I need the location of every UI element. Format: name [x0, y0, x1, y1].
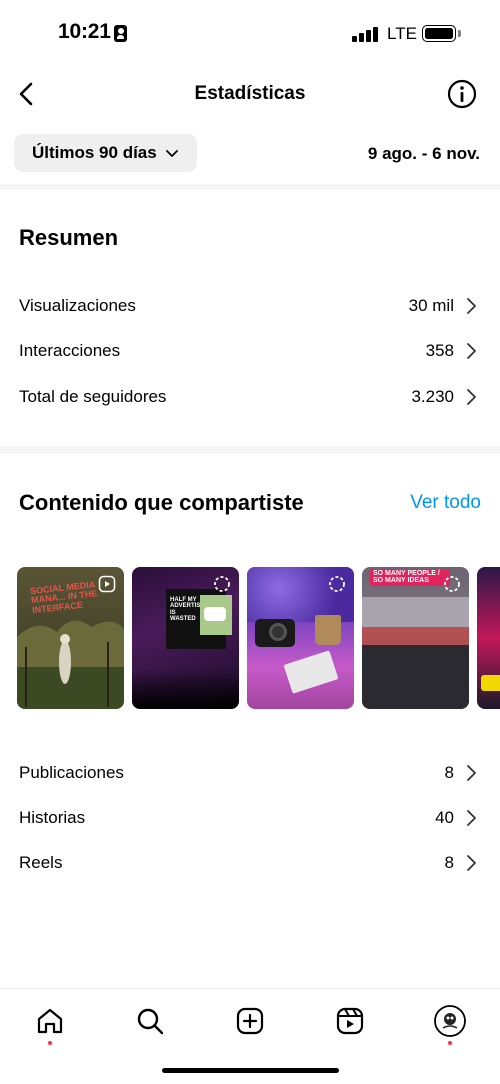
summary-row-views[interactable]: Visualizaciones 30 mil	[0, 286, 500, 326]
cup-shape	[315, 615, 341, 645]
row-label: Reels	[19, 853, 63, 872]
summary-row-interactions[interactable]: Interacciones 358	[0, 331, 500, 371]
home-icon	[37, 1008, 63, 1034]
home-indicator[interactable]	[162, 1068, 339, 1073]
chevron-down-icon	[165, 150, 178, 157]
filter-row: Últimos 90 días 9 ago. - 6 nov.	[0, 134, 500, 172]
chevron-right-icon	[467, 389, 476, 405]
page-title: Estadísticas	[194, 83, 306, 104]
chevron-right-icon	[467, 343, 476, 359]
nav-create[interactable]	[230, 1001, 270, 1041]
row-value: 30 mil	[408, 296, 454, 315]
nav-profile[interactable]	[430, 1001, 470, 1045]
chevron-right-icon	[467, 298, 476, 314]
row-label: Total de seguidores	[19, 387, 167, 406]
story-ring-icon	[214, 576, 230, 592]
row-value: 358	[425, 341, 454, 360]
date-range-dropdown-label: Últimos 90 días	[32, 143, 157, 162]
thumbnail-caption: So many people / so many ideas	[370, 569, 450, 586]
content-carousel[interactable]: Social media mana... in the interface Ha…	[17, 567, 500, 709]
crowd	[362, 645, 469, 709]
summary-title: Resumen	[19, 225, 119, 250]
nav-reels[interactable]	[330, 1001, 370, 1041]
info-button[interactable]	[446, 78, 478, 110]
row-value: 8	[444, 853, 454, 872]
content-thumbnail[interactable]	[477, 567, 500, 709]
content-thumbnail[interactable]	[247, 567, 354, 709]
section-divider	[0, 446, 500, 454]
badge-card	[283, 650, 339, 694]
battery-tip	[458, 30, 461, 37]
date-range-dropdown[interactable]: Últimos 90 días	[14, 134, 197, 172]
see-all-link[interactable]: Ver todo	[410, 492, 481, 514]
banner-strip	[362, 627, 469, 645]
row-value: 40	[435, 808, 454, 827]
content-thumbnail[interactable]: So many people / so many ideas	[362, 567, 469, 709]
audience-shadow	[132, 669, 239, 709]
chevron-right-icon	[467, 855, 476, 871]
story-ring-icon	[444, 576, 460, 592]
camera-lens	[269, 623, 287, 641]
id-card-icon	[114, 25, 127, 42]
section-divider	[0, 184, 500, 190]
notification-dot	[48, 1041, 52, 1045]
story-ring-icon	[329, 576, 345, 592]
content-row-posts[interactable]: Publicaciones 8	[0, 753, 500, 793]
content-thumbnail[interactable]: Social media mana... in the interface	[17, 567, 124, 709]
content-thumbnail[interactable]: Half my advertising is wasted	[132, 567, 239, 709]
summary-row-followers[interactable]: Total de seguidores 3.230	[0, 377, 500, 417]
row-label: Interacciones	[19, 341, 121, 360]
chevron-right-icon	[467, 810, 476, 826]
header: Estadísticas	[0, 66, 500, 124]
battery-icon	[422, 25, 456, 42]
row-value: 3.230	[411, 387, 454, 406]
info-icon	[447, 79, 477, 109]
reels-icon	[336, 1007, 364, 1035]
row-label: Historias	[19, 808, 86, 827]
content-row-stories[interactable]: Historias 40	[0, 798, 500, 838]
chevron-right-icon	[467, 765, 476, 781]
sticker	[481, 675, 500, 691]
row-value: 8	[444, 763, 454, 782]
date-range-text: 9 ago. - 6 nov.	[367, 144, 480, 163]
search-icon	[137, 1008, 164, 1035]
content-title: Contenido que compartiste	[19, 490, 304, 515]
signal-icon	[352, 26, 378, 42]
notification-dot	[448, 1041, 452, 1045]
cow-shape	[204, 607, 226, 621]
profile-icon	[434, 1005, 466, 1037]
reels-badge-icon	[98, 575, 116, 593]
status-time: 10:21	[58, 20, 111, 43]
row-label: Visualizaciones	[19, 296, 136, 315]
nav-home[interactable]	[30, 1001, 70, 1045]
thumbnail-caption: Half my advertising is wasted	[170, 597, 212, 622]
status-bar: 10:21 LTE	[0, 0, 500, 66]
content-row-reels[interactable]: Reels 8	[0, 843, 500, 883]
trees-illustration	[17, 620, 124, 709]
row-label: Publicaciones	[19, 763, 124, 782]
network-label: LTE	[387, 24, 417, 43]
ceiling	[362, 597, 469, 627]
nav-search[interactable]	[130, 1001, 170, 1041]
create-icon	[236, 1007, 264, 1035]
